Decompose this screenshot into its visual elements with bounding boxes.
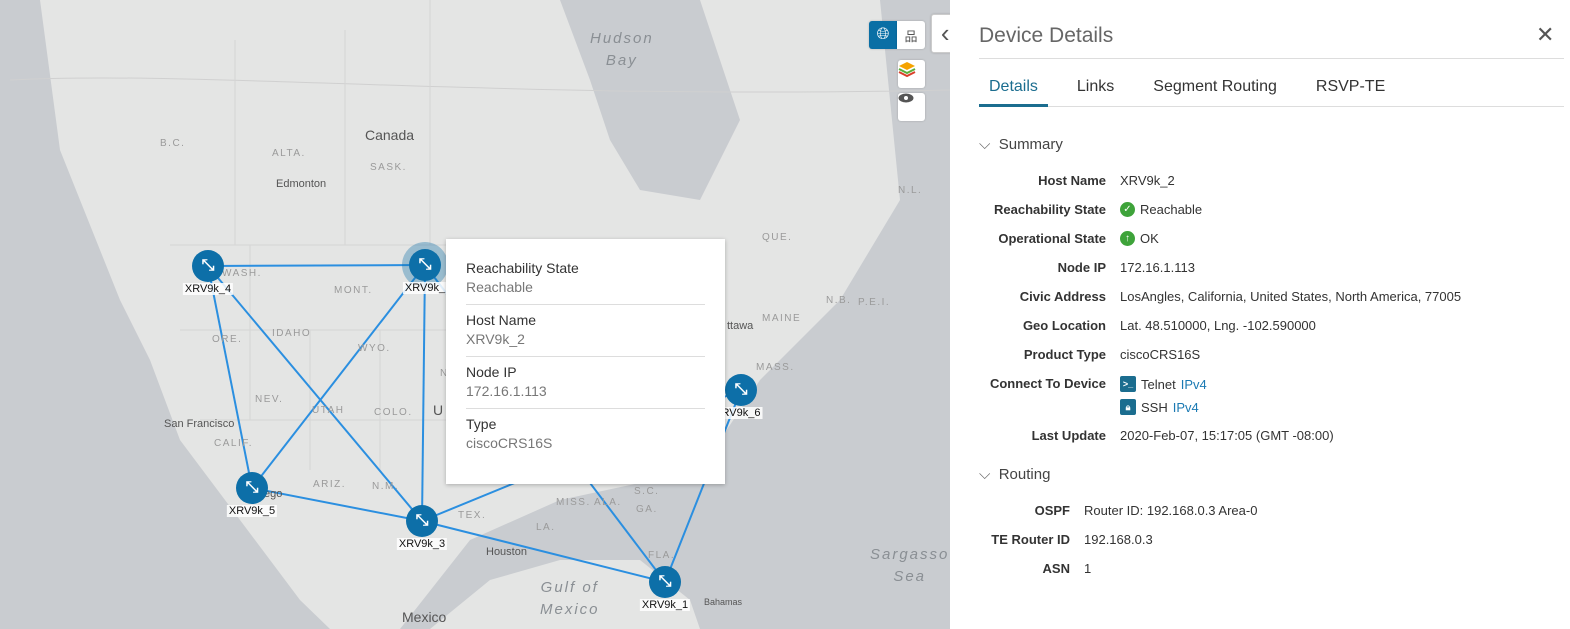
router-node-XRV9k_4[interactable]: ⤡ (192, 250, 224, 282)
row-operational-state: Operational State ↑ OK (998, 231, 1159, 246)
map-label: N.M. (372, 481, 400, 492)
node-label: XRV9k_5 (226, 505, 278, 517)
close-icon[interactable]: ✕ (1536, 22, 1554, 48)
map-label: MONT. (334, 285, 373, 296)
router-node-XRV9k_6[interactable]: ⤡ (725, 374, 757, 406)
row-product-type: Product Type ciscoCRS16S (1023, 347, 1201, 362)
map-label: UTAH (312, 405, 345, 416)
router-icon: ⤡ (201, 257, 215, 274)
map-label: FLA. (648, 550, 676, 561)
map-label: P.E.I. (858, 297, 891, 308)
map-label: S.C. (634, 486, 660, 497)
node-tooltip: Reachability State Reachable Host Name XRV… (446, 239, 725, 484)
map-label-ala: ALA. (594, 497, 622, 508)
tab-links[interactable]: Links (1067, 78, 1124, 107)
topology-icon[interactable]: 品 (897, 21, 925, 49)
eye-icon[interactable] (898, 93, 925, 121)
row-ospf: OSPF Router ID: 192.168.0.3 Area-0 (1034, 503, 1258, 518)
router-icon: ⤡ (658, 573, 672, 590)
topology-map[interactable]: Hudson Bay Canada B.C. ALTA. SASK. Edmon… (0, 0, 950, 629)
tabs: Details Links Segment Routing RSVP-TE (979, 78, 1564, 107)
map-label: MASS. (756, 362, 795, 373)
arrow-up-circle-icon: ↑ (1120, 231, 1135, 246)
map-label: LA. (536, 522, 556, 533)
lock-icon: 🔒︎ (1120, 399, 1136, 415)
routing-section-toggle[interactable]: ⌵ Routing (979, 466, 1050, 483)
map-label: QUE. (762, 232, 793, 243)
router-node-XRV9k_1[interactable]: ⤡ (649, 566, 681, 598)
map-label: Edmonton (276, 178, 327, 190)
row-asn: ASN 1 (1042, 561, 1092, 576)
map-label: IDAHO (272, 328, 312, 339)
link-XRV9k_4-XRV9k_5[interactable] (207, 265, 253, 489)
map-label: ttawa (727, 320, 754, 332)
map-label: SASK. (370, 162, 407, 173)
router-node-XRV9k_5[interactable]: ⤡ (236, 472, 268, 504)
map-label: Bahamas (704, 597, 743, 607)
tooltip-reachability: Reachability State Reachable (466, 253, 705, 305)
map-label: Mexico (402, 609, 447, 625)
layers-icon[interactable] (898, 60, 925, 88)
tab-rsvp-te[interactable]: RSVP-TE (1306, 78, 1395, 107)
map-label: U (433, 402, 444, 418)
node-label: RV9k_6 (719, 407, 763, 419)
chevron-down-icon: ⌵ (979, 466, 991, 483)
map-label: WASH. (222, 268, 262, 279)
router-icon: ⤡ (415, 512, 429, 529)
chevron-down-icon: ⌵ (979, 136, 991, 153)
row-host-name: Host Name XRV9k_2 (1038, 173, 1175, 188)
tab-segment-routing[interactable]: Segment Routing (1143, 78, 1287, 107)
map-label: Canada (365, 127, 415, 143)
tab-details[interactable]: Details (979, 78, 1048, 107)
map-label: GA. (636, 504, 658, 515)
tooltip-host-name: Host Name XRV9k_2 (466, 305, 705, 357)
map-label-gulf: Gulf of Mexico (540, 579, 600, 618)
map-label: Houston (486, 546, 527, 558)
map-label: ORE. (212, 334, 243, 345)
map-label: TEX. (458, 510, 487, 521)
map-label: ALTA. (272, 148, 306, 159)
row-node-ip: Node IP 172.16.1.113 (1057, 260, 1195, 275)
link-XRV9k_4-XRV9k_2[interactable] (207, 264, 426, 267)
row-te-router-id: TE Router ID 192.168.0.3 (991, 532, 1153, 547)
map-label: B.C. (160, 138, 186, 149)
row-geo-location: Geo Location Lat. 48.510000, Lng. -102.59… (1022, 318, 1316, 333)
summary-section-toggle[interactable]: ⌵ Summary (979, 136, 1063, 153)
panel-title: Device Details (979, 24, 1114, 47)
map-label: MISS. (556, 497, 591, 508)
map-label: NEV. (255, 394, 284, 405)
row-civic-address: Civic Address LosAngles, California, Unit… (1019, 289, 1462, 304)
row-last-update: Last Update 2020-Feb-07, 15:17:05 (GMT -0… (1031, 428, 1334, 443)
globe-icon[interactable]: 🌐︎ (869, 21, 897, 49)
map-label: N.L. (898, 185, 923, 196)
map-label: COLO. (374, 407, 413, 418)
router-icon: ⤡ (245, 479, 259, 496)
router-node-XRV9k_3[interactable]: ⤡ (406, 505, 438, 537)
router-icon: ⤡ (418, 256, 432, 273)
node-label: XRV9k_3 (396, 538, 448, 550)
map-label: ARIZ. (313, 479, 347, 490)
device-details-panel: Device Details ✕ Details Links Segment R… (950, 0, 1570, 629)
map-label: MAINE (762, 313, 802, 324)
map-label: N.B. (826, 295, 852, 306)
map-label: CALIF. (214, 438, 254, 449)
map-label: WYO. (358, 343, 391, 354)
link-XRV9k_2-XRV9k_3[interactable] (421, 264, 426, 522)
terminal-icon: >_ (1120, 376, 1136, 392)
tooltip-node-ip: Node IP 172.16.1.113 (466, 357, 705, 409)
link-XRV9k_2-XRV9k_5[interactable] (251, 264, 426, 489)
router-icon: ⤡ (734, 381, 748, 398)
ssh-ipv4-link[interactable]: IPv4 (1173, 400, 1199, 415)
telnet-ipv4-link[interactable]: IPv4 (1181, 377, 1207, 392)
map-label-hudson-bay: Hudson Bay (590, 30, 654, 69)
check-circle-icon: ✓ (1120, 202, 1135, 217)
router-node-XRV9k_2[interactable]: ⤡ (409, 249, 441, 281)
tooltip-type: Type ciscoCRS16S (466, 416, 553, 451)
row-connect: Connect To Device >_ Telnet IPv4 🔒︎ SSH IPv4 (989, 376, 1207, 415)
node-label: XRV9k_ (402, 282, 448, 294)
row-reachability: Reachability State ✓ Reachable (994, 202, 1203, 217)
node-label: XRV9k_4 (182, 283, 234, 295)
map-label: San Francisco (164, 418, 235, 430)
node-label: XRV9k_1 (639, 599, 691, 611)
